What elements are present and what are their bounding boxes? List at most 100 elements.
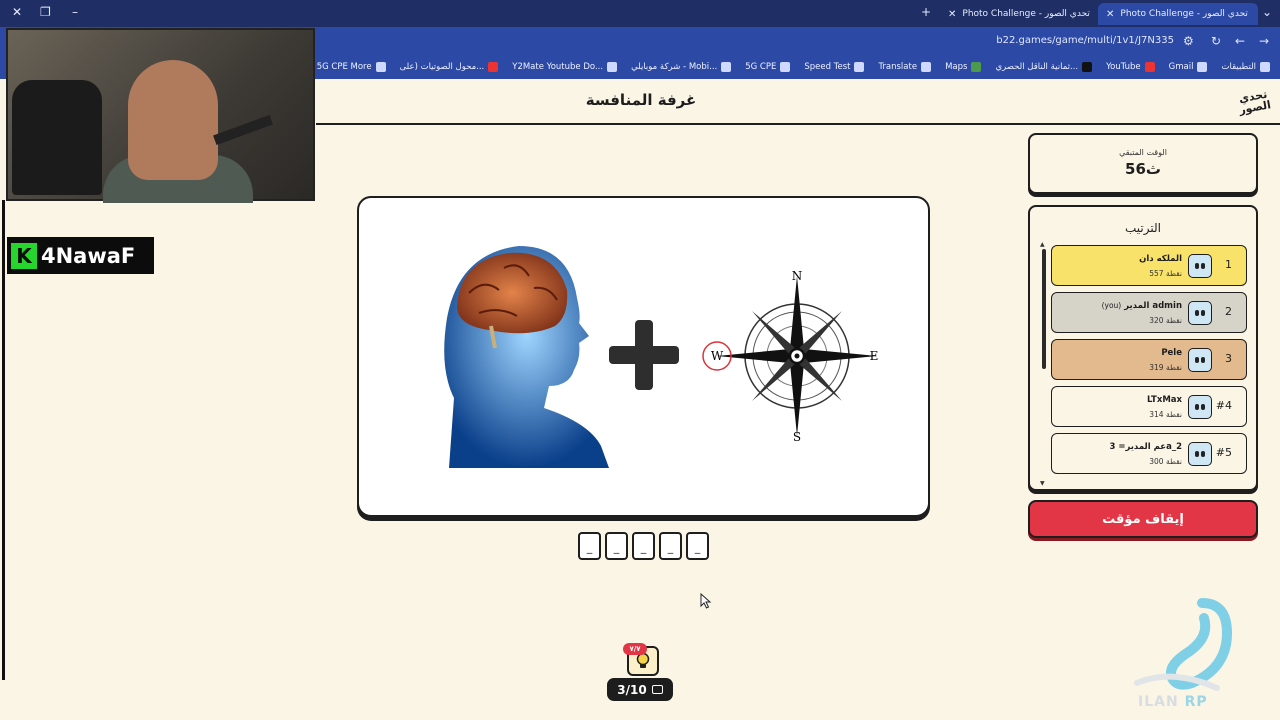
mouse-cursor-icon [700, 593, 712, 609]
tab-search-icon[interactable]: ⌄ [1262, 5, 1272, 19]
image-icon [651, 685, 663, 694]
bookmark-icon [1082, 62, 1093, 72]
router-icon [375, 62, 386, 72]
player-rank: #5 [1215, 446, 1232, 459]
player-score: 314 نقطة [1149, 410, 1182, 419]
ranking-title: الترتيب [1125, 221, 1161, 235]
avatar [1188, 254, 1212, 278]
compass-south-label: S [793, 430, 801, 444]
bookmark-mobily[interactable]: شركة موبايلي - Mobi... [631, 62, 732, 72]
bookmark-y2mate[interactable]: Y2Mate Youtube Do... [512, 62, 618, 72]
timer-card: الوقت المتبقي 56ث [1028, 133, 1258, 194]
player-row: #4 LTxMax 314 نقطة [1051, 386, 1247, 427]
puzzle-image-card: N S E W [357, 196, 930, 517]
site-logo[interactable]: تحدي الصور [1234, 84, 1275, 120]
avatar [1188, 442, 1212, 466]
avatar [1188, 348, 1212, 372]
page-header: غرفة المنافسة تحدي الصور [316, 79, 1280, 125]
youtube-icon [1144, 62, 1155, 72]
timer-value: 56ث [1125, 160, 1161, 178]
answer-slot[interactable]: _ [659, 532, 682, 560]
tab-close-icon[interactable]: ✕ [948, 9, 956, 20]
site-settings-icon[interactable]: ⚙ [1183, 34, 1194, 48]
ranking-card: الترتيب ▲ ▼ 1 الملكه دان 557 نقطة 2 (you… [1028, 205, 1258, 491]
player-name: (you) المدير admin [1101, 301, 1182, 311]
streamer-badge: K 4NawaF [7, 237, 154, 274]
ranking-scrollbar[interactable]: ▲ ▼ [1040, 241, 1046, 487]
new-tab-icon[interactable]: + [921, 5, 931, 19]
scrollbar-thumb[interactable] [1042, 249, 1046, 369]
kick-logo-icon: K [11, 242, 37, 269]
hints-remaining-badge: ٧/٧ [623, 643, 647, 655]
player-row: 1 الملكه دان 557 نقطة [1051, 245, 1247, 286]
browser-tab-2[interactable]: ✕ Photo Challenge - تحدي الصور [1098, 3, 1258, 25]
avatar [1188, 301, 1212, 325]
bookmark-5g-cpe[interactable]: 5G CPE [745, 62, 791, 72]
window-restore-icon[interactable]: ❐ [40, 5, 51, 19]
answer-slot[interactable]: _ [686, 532, 709, 560]
answer-slots: _ _ _ _ _ [578, 532, 709, 560]
bookmark-youtube[interactable]: YouTube [1106, 62, 1155, 72]
mobily-icon [721, 62, 732, 72]
player-score: 300 نقطة [1149, 457, 1182, 466]
bookmark-maps[interactable]: Maps [945, 62, 982, 72]
back-icon[interactable]: → [1259, 34, 1269, 48]
maps-icon [971, 62, 982, 72]
compass-icon [702, 276, 877, 436]
player-rank: 3 [1225, 352, 1232, 365]
bookmark-apps[interactable]: التطبيقات [1221, 62, 1270, 72]
url-field[interactable]: b22.games/game/multi/1v1/J7N335 [996, 35, 1174, 46]
bookmark-translate[interactable]: Translate [878, 62, 932, 72]
scroll-down-icon[interactable]: ▼ [1040, 480, 1045, 487]
webcam-overlay [6, 28, 315, 203]
window-close-icon[interactable]: ✕ [12, 5, 22, 19]
router-icon [780, 62, 791, 72]
plus-icon [609, 320, 679, 390]
compass-east-label: E [870, 349, 879, 363]
avatar [1188, 395, 1212, 419]
brain-icon [444, 246, 609, 468]
tab-title: Photo Challenge - تحدي الصور [1120, 9, 1248, 19]
watermark-text: ILAN RP [1138, 694, 1208, 710]
reload-icon[interactable]: ↻ [1211, 34, 1221, 48]
page-title: غرفة المنافسة [585, 91, 697, 109]
tab-close-icon[interactable]: ✕ [1106, 9, 1114, 20]
scroll-up-icon[interactable]: ▲ [1040, 241, 1045, 248]
player-row: 2 (you) المدير admin 320 نقطة [1051, 292, 1247, 333]
player-rank: 2 [1225, 305, 1232, 318]
answer-slot[interactable]: _ [632, 532, 655, 560]
answer-slot[interactable]: _ [578, 532, 601, 560]
streamer-name: 4NawaF [41, 243, 136, 268]
player-name: Pele [1161, 348, 1182, 358]
bookmark-speedtest[interactable]: Speed Test [804, 62, 865, 72]
timer-label: الوقت المتبقي [1119, 148, 1167, 157]
webcam-chair [12, 80, 102, 195]
compass-west-label: W [711, 349, 724, 363]
compass-north-label: N [792, 269, 803, 283]
browser-tab-1[interactable]: ✕ Photo Challenge - تحدي الصور [940, 3, 1095, 25]
tab-title: Photo Challenge - تحدي الصور [962, 9, 1090, 19]
bookmark-gmail[interactable]: Gmail [1169, 62, 1208, 72]
overlay-divider [2, 200, 5, 680]
translate-icon [921, 62, 932, 72]
answer-slot[interactable]: _ [605, 532, 628, 560]
round-progress-text: 3/10 [617, 682, 647, 697]
stop-timer-button[interactable]: إيقاف مؤقت [1028, 500, 1258, 538]
browser-tab-bar: ✕ ❐ – + ✕ Photo Challenge - تحدي الصور ✕… [0, 0, 1280, 27]
player-score: 319 نقطة [1149, 363, 1182, 372]
bookmark-thmanyah[interactable]: ثمانية الناقل الحصري... [995, 62, 1093, 72]
webcam-person-head [128, 60, 218, 180]
round-progress: 3/10 [607, 678, 673, 701]
player-score: 320 نقطة [1149, 316, 1182, 325]
bookmark-5g-cpe-more[interactable]: 5G CPE More [317, 62, 386, 72]
window-minimize-icon[interactable]: – [72, 5, 78, 19]
player-rank: #4 [1215, 399, 1232, 412]
speedtest-icon [854, 62, 865, 72]
player-name: الملكه دان [1139, 254, 1182, 264]
player-rank: 1 [1225, 258, 1232, 271]
microphone-icon [213, 115, 273, 145]
y2mate-icon [607, 62, 618, 72]
bookmark-audio-converter[interactable]: محول الصوتيات (على... [400, 62, 499, 72]
player-name: عم المدير= 3a_2 [1109, 442, 1182, 452]
forward-icon[interactable]: ← [1235, 34, 1245, 48]
